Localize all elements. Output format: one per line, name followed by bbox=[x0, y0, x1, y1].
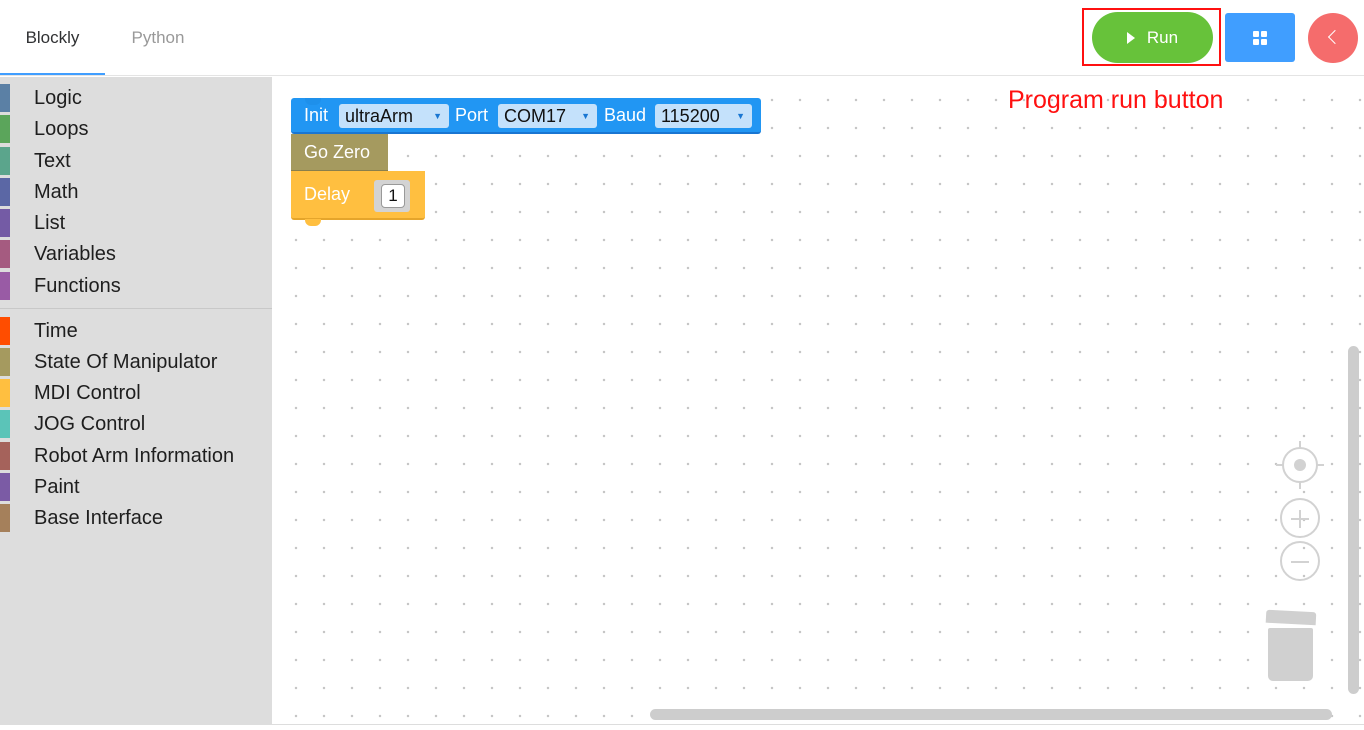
toolbox-category-list[interactable]: List bbox=[0, 209, 272, 237]
go-zero-block[interactable]: Go Zero bbox=[291, 134, 388, 172]
dropdown-arrow-icon: ▼ bbox=[736, 111, 745, 121]
category-label: Variables bbox=[34, 243, 116, 265]
category-label: Math bbox=[34, 181, 79, 203]
horizontal-scrollbar[interactable] bbox=[650, 709, 1332, 720]
back-button[interactable] bbox=[1308, 13, 1358, 63]
category-label: State Of Manipulator bbox=[34, 351, 218, 373]
category-label: Robot Arm Information bbox=[34, 445, 235, 467]
block-notch bbox=[305, 98, 321, 105]
zoom-out-icon[interactable] bbox=[1280, 541, 1320, 581]
toolbox-category-logic[interactable]: Logic bbox=[0, 84, 272, 112]
tab-blockly[interactable]: Blockly bbox=[0, 0, 105, 75]
device-dropdown[interactable]: ultraArm ▼ bbox=[339, 104, 449, 128]
toolbox-category-loops[interactable]: Loops bbox=[0, 115, 272, 143]
baud-label: Baud bbox=[604, 105, 647, 125]
dropdown-arrow-icon: ▼ bbox=[433, 111, 442, 121]
toolbox-category-mdi-control[interactable]: MDI Control bbox=[0, 379, 272, 407]
toolbox-category-time[interactable]: Time bbox=[0, 317, 272, 345]
toolbox-separator bbox=[0, 308, 272, 309]
category-color-bar bbox=[0, 348, 10, 376]
bottom-border bbox=[0, 724, 1364, 730]
category-color-bar bbox=[0, 178, 10, 206]
go-zero-label: Go Zero bbox=[304, 142, 371, 162]
blockly-workspace[interactable] bbox=[272, 77, 1364, 725]
vertical-scrollbar[interactable] bbox=[1348, 346, 1359, 694]
zoom-in-icon[interactable] bbox=[1280, 498, 1320, 538]
port-dropdown[interactable]: COM17 ▼ bbox=[498, 104, 597, 128]
category-label: MDI Control bbox=[34, 382, 141, 404]
run-button-highlight-box bbox=[1082, 8, 1221, 66]
category-color-bar bbox=[0, 504, 10, 532]
category-label: Base Interface bbox=[34, 507, 163, 529]
toolbox-category-state-of-manipulator[interactable]: State Of Manipulator bbox=[0, 348, 272, 376]
toolbox-category-math[interactable]: Math bbox=[0, 178, 272, 206]
baud-dropdown-value: 115200 bbox=[661, 106, 720, 126]
grid-button[interactable] bbox=[1225, 13, 1295, 62]
category-label: Time bbox=[34, 320, 78, 342]
toolbox-category-paint[interactable]: Paint bbox=[0, 473, 272, 501]
chevron-left-icon bbox=[1327, 29, 1343, 45]
category-color-bar bbox=[0, 272, 10, 300]
category-label: List bbox=[34, 212, 66, 234]
category-color-bar bbox=[0, 410, 10, 438]
category-color-bar bbox=[0, 147, 10, 175]
category-color-bar bbox=[0, 84, 10, 112]
category-label: JOG Control bbox=[34, 413, 146, 435]
category-color-bar bbox=[0, 379, 10, 407]
toolbox-category-text[interactable]: Text bbox=[0, 147, 272, 175]
category-label: Text bbox=[34, 150, 71, 172]
category-label: Paint bbox=[34, 476, 80, 498]
toolbox-category-jog-control[interactable]: JOG Control bbox=[0, 410, 272, 438]
crosshair-icon[interactable] bbox=[1276, 441, 1324, 489]
init-label: Init bbox=[304, 105, 329, 125]
dropdown-arrow-icon: ▼ bbox=[581, 111, 590, 121]
category-color-bar bbox=[0, 317, 10, 345]
category-color-bar bbox=[0, 442, 10, 470]
toolbox-category-base-interface[interactable]: Base Interface bbox=[0, 504, 272, 532]
baud-dropdown[interactable]: 115200 ▼ bbox=[655, 104, 752, 128]
category-color-bar bbox=[0, 240, 10, 268]
trash-icon[interactable] bbox=[1264, 609, 1317, 681]
top-bar: Blockly Python Run bbox=[0, 0, 1364, 76]
category-color-bar bbox=[0, 115, 10, 143]
port-label: Port bbox=[455, 105, 489, 125]
category-label: Functions bbox=[34, 275, 121, 297]
port-dropdown-value: COM17 bbox=[504, 106, 567, 126]
init-block[interactable]: Init ultraArm ▼ Port COM17 ▼ Baud 115200… bbox=[291, 98, 761, 134]
device-dropdown-value: ultraArm bbox=[345, 106, 414, 126]
annotation-label: Program run button bbox=[1008, 86, 1224, 114]
toolbox: Logic Loops Text Math List Variables Fun… bbox=[0, 77, 272, 725]
category-color-bar bbox=[0, 473, 10, 501]
delay-label: Delay bbox=[304, 184, 351, 204]
category-label: Loops bbox=[34, 118, 89, 140]
toolbox-category-functions[interactable]: Functions bbox=[0, 272, 272, 300]
category-label: Logic bbox=[34, 87, 82, 109]
tab-python[interactable]: Python bbox=[105, 0, 211, 75]
category-color-bar bbox=[0, 209, 10, 237]
delay-value-field[interactable]: 1 bbox=[381, 184, 405, 208]
toolbox-category-variables[interactable]: Variables bbox=[0, 240, 272, 268]
toolbox-category-robot-arm-information[interactable]: Robot Arm Information bbox=[0, 442, 272, 470]
